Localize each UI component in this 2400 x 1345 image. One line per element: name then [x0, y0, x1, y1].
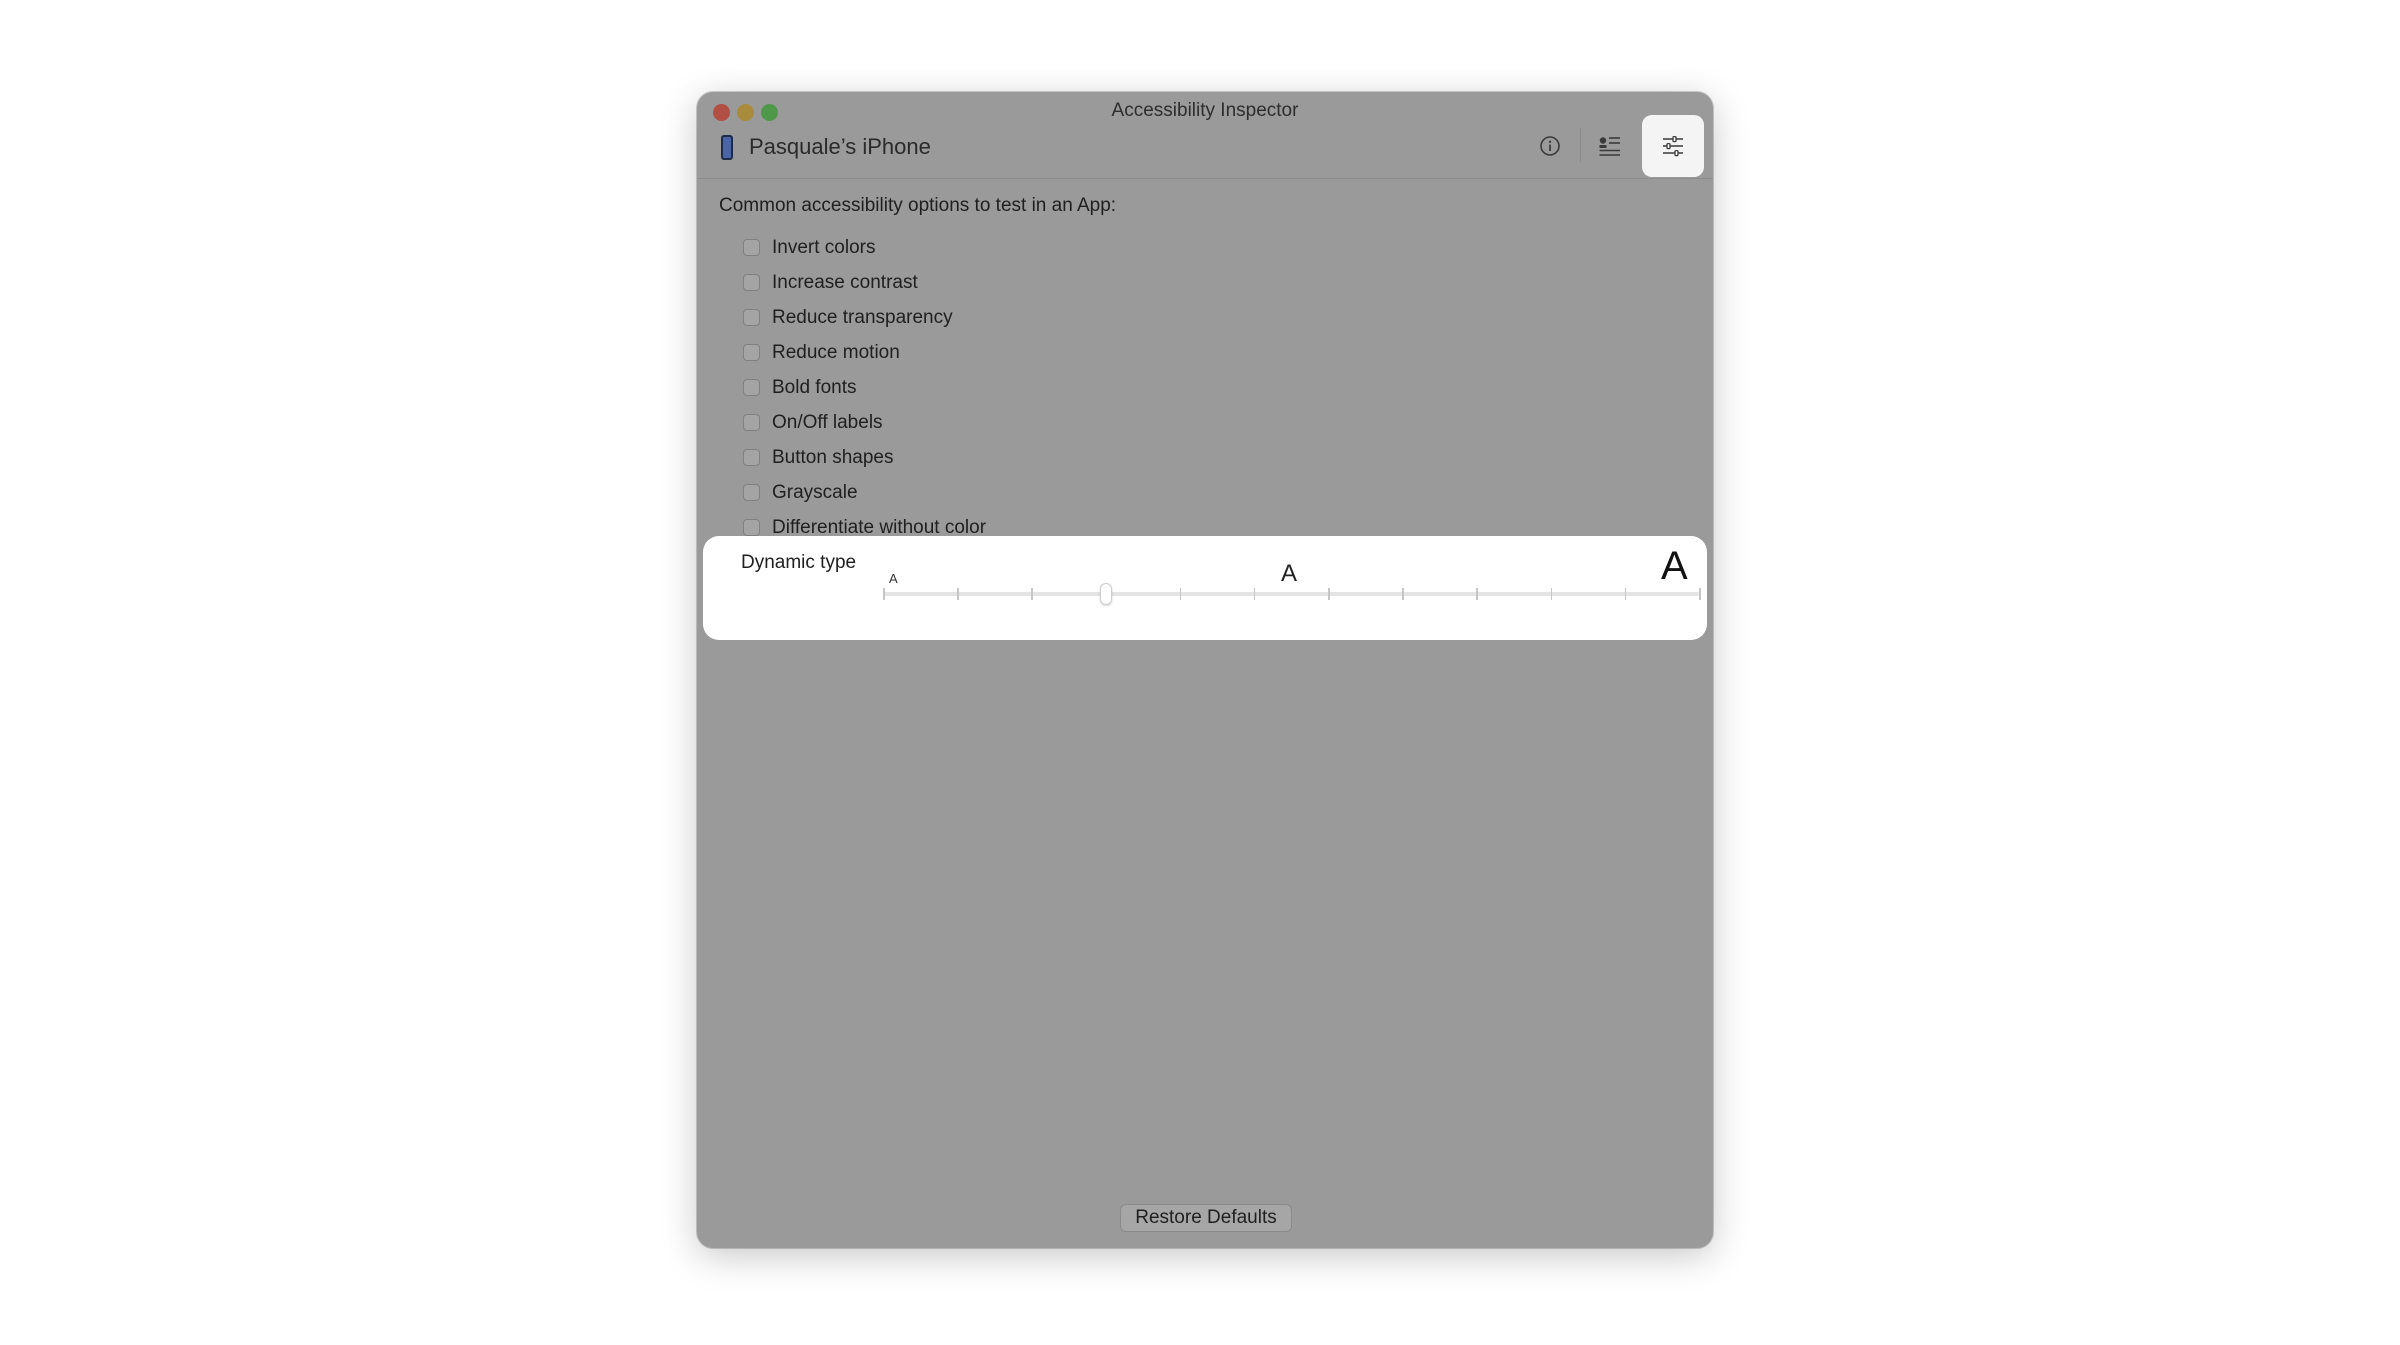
- option-label: Button shapes: [772, 446, 894, 468]
- device-selector[interactable]: Pasquale’s iPhone: [721, 134, 931, 160]
- device-name: Pasquale’s iPhone: [749, 134, 931, 159]
- option-label: Bold fonts: [772, 376, 857, 398]
- checkbox[interactable]: [743, 309, 760, 326]
- dynamic-type-label: Dynamic type: [741, 552, 857, 573]
- settings-intro: Common accessibility options to test in …: [719, 195, 1117, 216]
- options-list: Invert colors Increase contrast Reduce t…: [743, 230, 986, 545]
- inspection-tab-button[interactable]: [1519, 115, 1581, 177]
- checkbox[interactable]: [743, 239, 760, 256]
- slider-tick: [1031, 588, 1033, 600]
- slider-tick: [1699, 588, 1701, 600]
- dynamic-type-slider[interactable]: [883, 592, 1699, 596]
- slider-tick: [1624, 588, 1627, 600]
- checkbox[interactable]: [743, 379, 760, 396]
- iphone-icon: [721, 134, 733, 160]
- option-label: Reduce transparency: [772, 306, 953, 328]
- option-label: Reduce motion: [772, 341, 900, 363]
- audit-tab-button[interactable]: [1579, 115, 1641, 177]
- settings-tab-button[interactable]: [1642, 115, 1704, 177]
- accessibility-inspector-window: Accessibility Inspector Pasquale’s iPhon…: [697, 92, 1713, 1248]
- small-text-glyph: A: [889, 571, 898, 586]
- option-invert-colors[interactable]: Invert colors: [743, 230, 986, 265]
- checkbox[interactable]: [743, 344, 760, 361]
- option-grayscale[interactable]: Grayscale: [743, 475, 986, 510]
- slider-tick: [883, 588, 885, 600]
- option-bold-fonts[interactable]: Bold fonts: [743, 370, 986, 405]
- checkbox[interactable]: [743, 414, 760, 431]
- option-on-off-labels[interactable]: On/Off labels: [743, 405, 986, 440]
- option-reduce-transparency[interactable]: Reduce transparency: [743, 300, 986, 335]
- checkbox[interactable]: [743, 274, 760, 291]
- audit-list-icon: [1599, 137, 1620, 156]
- checkbox[interactable]: [743, 449, 760, 466]
- dynamic-type-panel: Dynamic type A A A: [703, 536, 1707, 640]
- slider-tick: [1550, 588, 1553, 600]
- default-text-glyph: A: [1281, 560, 1298, 587]
- slider-thumb[interactable]: [1099, 583, 1112, 605]
- option-button-shapes[interactable]: Button shapes: [743, 440, 986, 475]
- slider-tick: [957, 588, 959, 600]
- option-label: Increase contrast: [772, 271, 918, 293]
- restore-defaults-button[interactable]: Restore Defaults: [1120, 1204, 1292, 1232]
- option-label: On/Off labels: [772, 411, 883, 433]
- slider-tick: [1328, 588, 1330, 600]
- titlebar: Accessibility Inspector Pasquale’s iPhon…: [697, 92, 1713, 179]
- info-circle-icon: [1540, 136, 1560, 156]
- option-label: Grayscale: [772, 481, 858, 503]
- sliders-icon: [1663, 135, 1683, 157]
- option-increase-contrast[interactable]: Increase contrast: [743, 265, 986, 300]
- option-label: Invert colors: [772, 236, 876, 258]
- checkbox[interactable]: [743, 484, 760, 501]
- large-text-glyph: A: [1661, 544, 1688, 588]
- slider-tick: [1402, 588, 1404, 600]
- checkbox[interactable]: [743, 519, 760, 536]
- option-reduce-motion[interactable]: Reduce motion: [743, 335, 986, 370]
- slider-tick: [1253, 588, 1256, 600]
- slider-tick: [1179, 588, 1182, 600]
- slider-tick: [1476, 588, 1478, 600]
